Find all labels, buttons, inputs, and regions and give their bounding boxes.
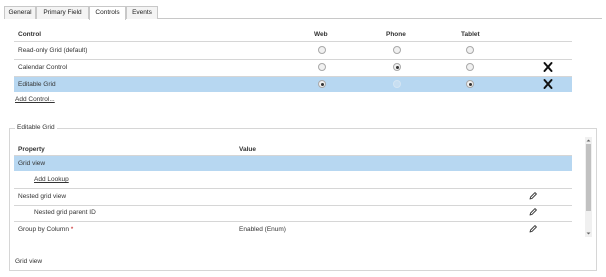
control-row-read-only-grid[interactable]: Read-only Grid (default): [14, 43, 572, 58]
property-row-grid-view[interactable]: Grid view: [14, 156, 572, 171]
web-radio[interactable]: [318, 63, 326, 71]
pencil-icon[interactable]: [528, 207, 538, 217]
web-radio[interactable]: [318, 80, 326, 88]
selected-property-description: Grid view: [15, 258, 43, 265]
pencil-icon[interactable]: [528, 224, 538, 234]
column-header-value: Value: [239, 146, 256, 153]
phone-radio[interactable]: [393, 80, 401, 88]
scroll-down-arrow-icon[interactable]: [585, 230, 592, 237]
tablet-radio[interactable]: [466, 80, 474, 88]
column-header-web: Web: [314, 31, 328, 38]
add-lookup-link[interactable]: Add Lookup: [34, 176, 69, 183]
column-header-phone: Phone: [386, 31, 406, 38]
tab-controls[interactable]: Controls: [89, 6, 126, 20]
pencil-icon[interactable]: [528, 191, 538, 201]
tablet-radio[interactable]: [466, 63, 474, 71]
tab-strip: General Primary Field Controls Events: [4, 6, 602, 20]
property-label: Grid view: [18, 160, 46, 167]
property-row-add-lookup: Add Lookup: [14, 172, 572, 187]
property-label: Group by Column *: [18, 226, 73, 233]
tab-events[interactable]: Events: [126, 6, 158, 19]
required-marker: *: [70, 226, 74, 233]
property-label: Nested grid view: [18, 193, 67, 200]
control-label: Read-only Grid (default): [18, 47, 88, 54]
property-row-group-by-column[interactable]: Group by Column * Enabled (Enum): [14, 222, 572, 237]
close-x-icon[interactable]: [543, 78, 553, 90]
tablet-radio[interactable]: [466, 46, 474, 54]
divider: [14, 41, 572, 42]
control-label: Calendar Control: [18, 64, 68, 71]
property-row-nested-grid-view[interactable]: Nested grid view: [14, 189, 572, 204]
scrollbar-thumb[interactable]: [586, 144, 591, 211]
control-row-editable-grid[interactable]: Editable Grid: [14, 77, 572, 92]
property-row-nested-grid-parent-id[interactable]: Nested grid parent ID: [14, 205, 572, 220]
column-header-control: Control: [18, 31, 42, 38]
web-radio[interactable]: [318, 46, 326, 54]
control-label: Editable Grid: [18, 81, 56, 88]
property-label-text: Group by Column: [18, 226, 69, 233]
property-label: Nested grid parent ID: [34, 209, 96, 216]
phone-radio[interactable]: [393, 63, 401, 71]
tab-primary-field[interactable]: Primary Field: [36, 6, 89, 19]
close-x-icon[interactable]: [543, 61, 553, 73]
control-row-calendar-control[interactable]: Calendar Control: [14, 60, 572, 75]
group-title: Editable Grid: [15, 124, 57, 131]
scroll-up-arrow-icon[interactable]: [585, 137, 592, 144]
property-value: Enabled (Enum): [239, 226, 286, 233]
add-control-link[interactable]: Add Control...: [15, 96, 55, 103]
phone-radio[interactable]: [393, 46, 401, 54]
tab-general[interactable]: General: [4, 6, 36, 19]
column-header-tablet: Tablet: [461, 31, 480, 38]
column-header-property: Property: [18, 146, 45, 153]
